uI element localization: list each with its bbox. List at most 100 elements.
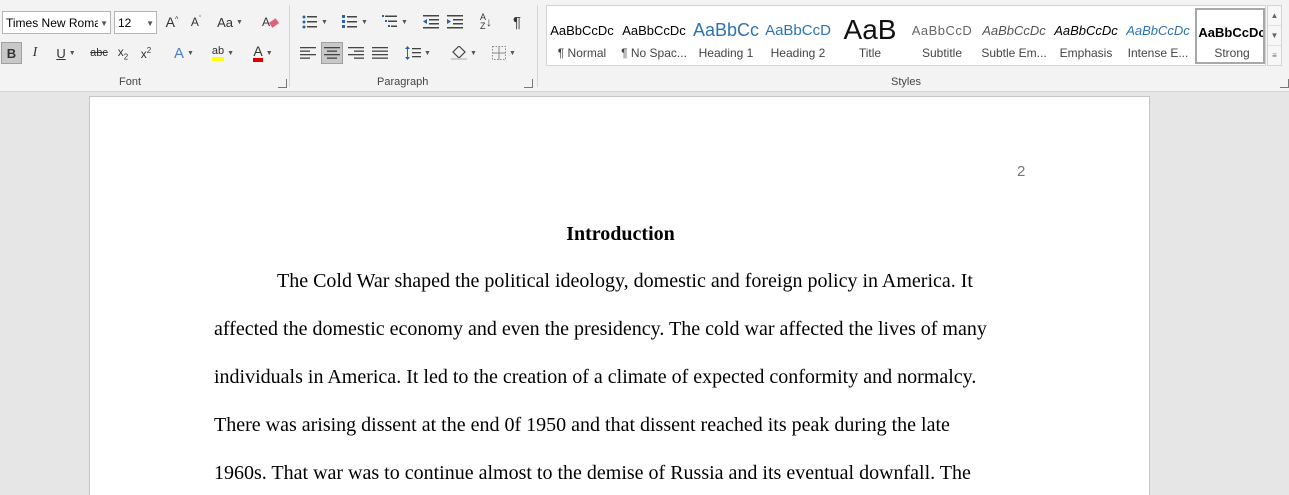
show-formatting-marks-button[interactable]: ¶: [506, 11, 528, 33]
document-page[interactable]: 2 Introduction The Cold War shaped the p…: [89, 96, 1150, 495]
style-label: ¶ Normal: [557, 46, 607, 60]
style-label: Subtitle: [921, 46, 963, 60]
shrink-font-icon: Aˇ: [190, 15, 202, 29]
styles-gallery-scroller: ▲ ▼ ≡: [1267, 5, 1282, 66]
ribbon: Times New Roma ▼ 12 ▼ A^ Aˇ Aa ▼ A B I U ▼…: [0, 0, 1289, 92]
numbering-icon: [342, 15, 358, 28]
increase-indent-button[interactable]: [444, 11, 466, 33]
borders-button[interactable]: ▼: [486, 42, 522, 64]
style-preview: AaBbCcDc: [550, 22, 614, 38]
line-spacing-button[interactable]: ▼: [400, 42, 436, 64]
styles-gallery: AaBbCcDc ¶ Normal AaBbCcDc ¶ No Spac... …: [546, 5, 1266, 66]
multilevel-list-button[interactable]: ▼: [377, 11, 413, 33]
document-canvas[interactable]: 2 Introduction The Cold War shaped the p…: [0, 93, 1289, 495]
clear-formatting-button[interactable]: A: [258, 11, 282, 33]
strikethrough-button[interactable]: abc: [88, 42, 110, 64]
style-preview: AaB: [843, 16, 897, 44]
line-spacing-icon: [405, 46, 422, 60]
more-styles-icon[interactable]: ≡: [1268, 46, 1281, 66]
chevron-down-icon: ▼: [509, 49, 516, 57]
subscript-icon: x2: [117, 44, 129, 62]
style-emphasis[interactable]: AaBbCcDc Emphasis: [1051, 8, 1121, 64]
bullets-icon: [302, 15, 318, 29]
text-effects-button[interactable]: A ▼: [167, 42, 201, 64]
style-subtle-emphasis[interactable]: AaBbCcDc Subtle Em...: [979, 8, 1049, 64]
decrease-indent-button[interactable]: [420, 11, 442, 33]
font-name-combobox[interactable]: Times New Roma ▼: [2, 11, 111, 34]
font-dialog-launcher-icon[interactable]: [278, 79, 287, 88]
numbering-button[interactable]: ▼: [337, 11, 373, 33]
style-strong[interactable]: AaBbCcDc Strong: [1195, 8, 1265, 64]
chevron-down-icon[interactable]: ▼: [100, 19, 108, 28]
paragraph-line[interactable]: affected the domestic economy and even t…: [214, 318, 987, 341]
paragraph-line[interactable]: 1960s. That war was to continue almost t…: [214, 462, 971, 485]
chevron-down-icon[interactable]: ▼: [146, 19, 154, 28]
font-size-value[interactable]: 12: [118, 16, 131, 30]
chevron-down-icon: ▼: [187, 49, 194, 57]
align-center-icon: [324, 47, 340, 59]
grow-font-icon: A^: [165, 14, 179, 30]
scroll-down-icon[interactable]: ▼: [1268, 26, 1281, 46]
sort-button[interactable]: A Z ↓: [475, 11, 497, 33]
pilcrow-icon: ¶: [512, 13, 522, 31]
style-no-spacing[interactable]: AaBbCcDc ¶ No Spac...: [619, 8, 689, 64]
style-preview: AaBbCcDc: [1054, 22, 1118, 38]
styles-dialog-launcher-icon[interactable]: [1280, 79, 1289, 88]
style-preview: AaBbCcD: [765, 21, 831, 39]
style-normal[interactable]: AaBbCcDc ¶ Normal: [547, 8, 617, 64]
chevron-down-icon: ▼: [361, 18, 368, 26]
superscript-icon: x2: [140, 45, 152, 61]
paragraph-line[interactable]: There was arising dissent at the end 0f …: [214, 414, 950, 437]
shading-button[interactable]: ▼: [446, 42, 482, 64]
change-case-button[interactable]: Aa ▼: [214, 11, 246, 33]
group-divider: [289, 5, 290, 87]
font-name-value[interactable]: Times New Roma: [6, 16, 98, 30]
font-size-combobox[interactable]: 12 ▼: [114, 11, 157, 34]
style-label: Intense E...: [1127, 46, 1189, 60]
align-right-button[interactable]: [345, 42, 367, 64]
chevron-down-icon: ▼: [321, 18, 328, 26]
scroll-up-icon[interactable]: ▲: [1268, 6, 1281, 26]
chevron-down-icon: ▼: [235, 18, 243, 26]
align-left-icon: [300, 47, 316, 59]
style-title[interactable]: AaB Title: [835, 8, 905, 64]
subscript-button[interactable]: x2: [113, 42, 133, 64]
justify-button[interactable]: [369, 42, 391, 64]
style-preview: AaBbCcD: [911, 22, 973, 38]
paint-bucket-icon: [451, 46, 468, 60]
style-label: Title: [858, 46, 882, 60]
multilevel-list-icon: [382, 15, 398, 27]
chevron-down-icon: ▼: [401, 18, 408, 26]
align-center-button[interactable]: [321, 42, 343, 64]
grow-font-button[interactable]: A^: [161, 11, 183, 33]
highlight-color-button[interactable]: ab ▼: [205, 42, 241, 64]
font-color-button[interactable]: A ▼: [245, 42, 281, 64]
borders-icon: [492, 46, 507, 60]
superscript-button[interactable]: x2: [136, 42, 156, 64]
text-effects-icon: A: [174, 44, 185, 62]
bold-button[interactable]: B: [1, 42, 22, 64]
align-right-icon: [348, 47, 364, 59]
style-intense-emphasis[interactable]: AaBbCcDc Intense E...: [1123, 8, 1193, 64]
justify-icon: [372, 47, 388, 59]
style-heading-1[interactable]: AaBbCc Heading 1: [691, 8, 761, 64]
style-preview: AaBbCc: [692, 19, 760, 40]
style-label: Subtle Em...: [981, 46, 1047, 60]
font-color-icon: A: [253, 44, 263, 62]
paragraph-line[interactable]: individuals in America. It led to the cr…: [214, 366, 976, 389]
paragraph-line[interactable]: The Cold War shaped the political ideolo…: [277, 270, 973, 293]
underline-button[interactable]: U ▼: [48, 42, 84, 64]
align-left-button[interactable]: [297, 42, 319, 64]
style-label: Heading 1: [698, 46, 754, 60]
style-label: ¶ No Spac...: [621, 46, 687, 60]
italic-button[interactable]: I: [25, 42, 45, 64]
chevron-down-icon: ▼: [265, 49, 273, 57]
style-heading-2[interactable]: AaBbCcD Heading 2: [763, 8, 833, 64]
style-preview: AaBbCcDc: [1198, 24, 1265, 40]
shrink-font-button[interactable]: Aˇ: [185, 11, 207, 33]
style-subtitle[interactable]: AaBbCcD Subtitle: [907, 8, 977, 64]
paragraph-dialog-launcher-icon[interactable]: [524, 79, 533, 88]
document-heading[interactable]: Introduction: [90, 223, 1151, 246]
italic-icon: I: [32, 45, 38, 60]
bullets-button[interactable]: ▼: [297, 11, 333, 33]
